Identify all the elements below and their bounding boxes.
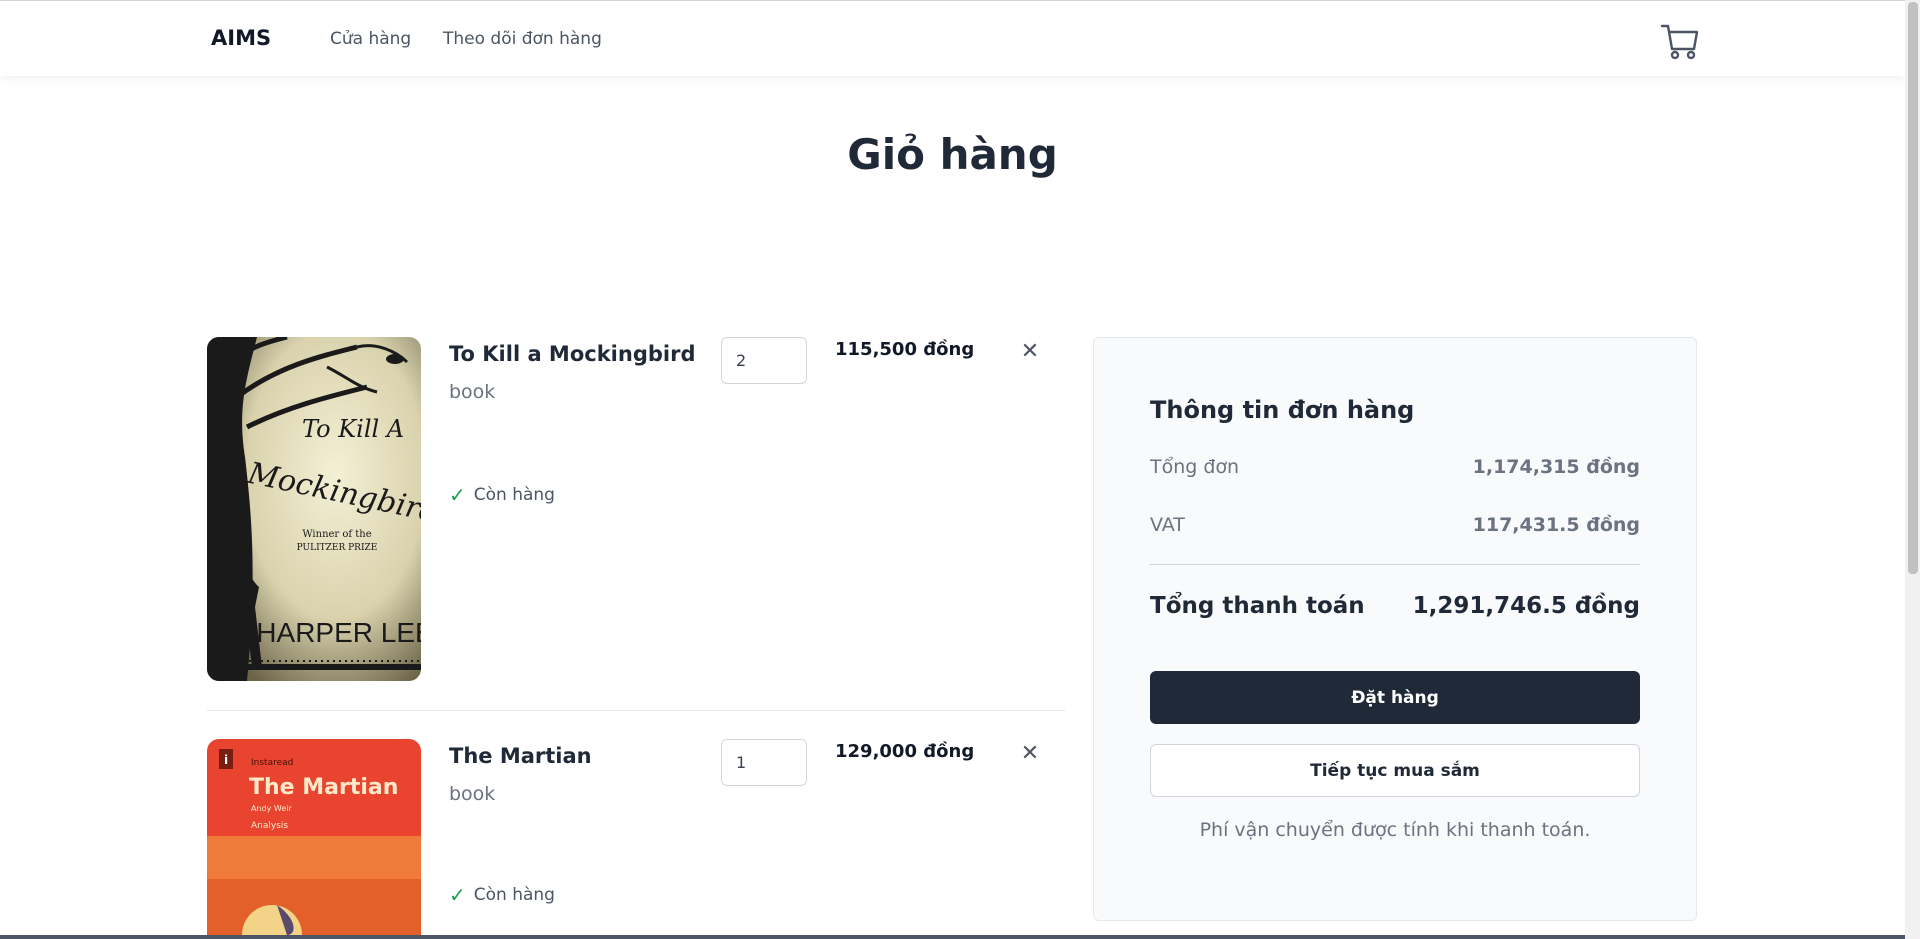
brand-logo[interactable]: AIMS	[211, 26, 271, 50]
subtotal-row: Tổng đơn 1,174,315 đồng	[1150, 456, 1640, 478]
top-navbar: AIMS Cửa hàng Theo dõi đơn hàng	[0, 0, 1905, 76]
vat-row: VAT 117,431.5 đồng	[1150, 514, 1640, 536]
scrollbar-thumb[interactable]	[1908, 2, 1918, 574]
continue-shopping-button[interactable]: Tiếp tục mua sắm	[1150, 744, 1640, 797]
item-type: book	[449, 783, 496, 805]
page-scrollbar[interactable]	[1905, 0, 1920, 939]
svg-text:Analysis: Analysis	[251, 821, 288, 831]
martian-cover-image: i Instaread The Martian Andy Weir Analys…	[207, 739, 421, 935]
svg-text:Instaread: Instaread	[251, 758, 293, 768]
cart-button[interactable]	[1660, 21, 1700, 61]
svg-text:HARPER LEE: HARPER LEE	[256, 617, 421, 648]
nav-link-track-order[interactable]: Theo dõi đơn hàng	[443, 29, 602, 49]
stock-status: ✓ Còn hàng	[449, 883, 555, 907]
subtotal-value: 1,174,315 đồng	[1472, 456, 1640, 478]
shipping-note: Phí vận chuyển được tính khi thanh toán.	[1199, 819, 1591, 841]
remove-item-button[interactable]: ✕	[1015, 337, 1045, 367]
svg-text:Winner of the: Winner of the	[302, 529, 371, 540]
vat-label: VAT	[1150, 514, 1185, 536]
item-price: 129,000 đồng	[835, 741, 975, 762]
close-icon: ✕	[1020, 339, 1040, 364]
svg-text:PULITZER PRIZE: PULITZER PRIZE	[297, 543, 378, 553]
cart-item: To Kill A Mockingbird Winner of the PULI…	[207, 337, 1065, 681]
subtotal-label: Tổng đơn	[1150, 456, 1240, 478]
item-type: book	[449, 381, 496, 403]
svg-text:To Kill A: To Kill A	[302, 415, 404, 443]
vat-value: 117,431.5 đồng	[1472, 514, 1640, 536]
quantity-input[interactable]	[721, 337, 807, 384]
nav-link-store[interactable]: Cửa hàng	[330, 29, 411, 49]
item-name[interactable]: The Martian	[449, 744, 592, 768]
book-cover-martian[interactable]: i Instaread The Martian Andy Weir Analys…	[207, 739, 421, 935]
item-divider	[207, 710, 1065, 711]
summary-divider	[1150, 564, 1640, 565]
place-order-button[interactable]: Đặt hàng	[1150, 671, 1640, 724]
page-title: Giỏ hàng	[847, 130, 1058, 179]
item-price: 115,500 đồng	[835, 339, 975, 360]
total-value: 1,291,746.5 đồng	[1412, 593, 1640, 619]
cart-icon	[1660, 24, 1699, 60]
remove-item-button[interactable]: ✕	[1015, 739, 1045, 769]
svg-text:i: i	[224, 753, 228, 767]
item-name[interactable]: To Kill a Mockingbird	[449, 342, 695, 366]
cart-item: i Instaread The Martian Andy Weir Analys…	[207, 739, 1065, 935]
check-icon: ✓	[449, 883, 466, 907]
close-icon: ✕	[1020, 741, 1040, 766]
check-icon: ✓	[449, 483, 466, 507]
order-summary-panel: Thông tin đơn hàng Tổng đơn 1,174,315 đồ…	[1093, 337, 1697, 921]
total-label: Tổng thanh toán	[1150, 593, 1365, 619]
summary-title: Thông tin đơn hàng	[1150, 396, 1415, 424]
quantity-input[interactable]	[721, 739, 807, 786]
mockingbird-cover-image: To Kill A Mockingbird Winner of the PULI…	[207, 337, 421, 681]
stock-label: Còn hàng	[473, 485, 555, 505]
svg-text:The Martian: The Martian	[249, 775, 398, 800]
total-row: Tổng thanh toán 1,291,746.5 đồng	[1150, 593, 1640, 619]
window-bottom-edge	[0, 935, 1905, 939]
stock-label: Còn hàng	[473, 885, 555, 905]
stock-status: ✓ Còn hàng	[449, 483, 555, 507]
svg-text:Andy Weir: Andy Weir	[251, 804, 292, 813]
book-cover-mockingbird[interactable]: To Kill A Mockingbird Winner of the PULI…	[207, 337, 421, 681]
